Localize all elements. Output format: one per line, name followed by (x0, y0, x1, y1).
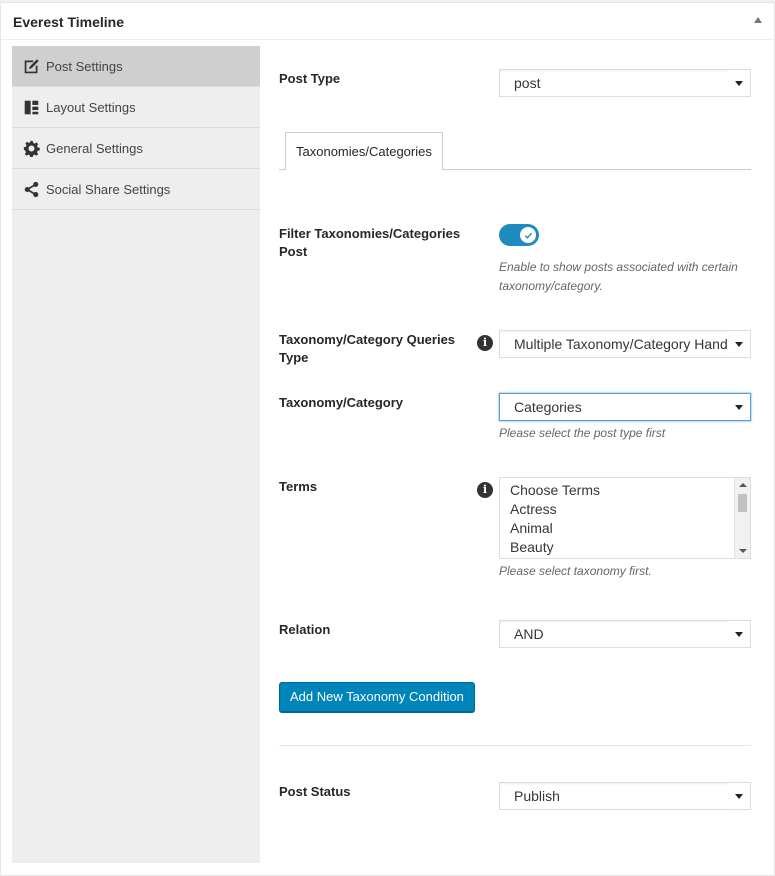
chevron-down-icon (728, 394, 750, 420)
info-icon[interactable]: i (477, 335, 493, 351)
scroll-thumb[interactable] (738, 494, 747, 512)
terms-multiselect[interactable]: Choose Terms Actress Animal Beauty (499, 477, 751, 559)
edit-icon (23, 58, 40, 75)
post-status-value: Publish (514, 788, 560, 804)
sidebar-item-post-settings[interactable]: Post Settings (12, 46, 260, 87)
settings-sidebar: Post Settings Layout Settings General Se… (12, 46, 260, 863)
post-type-label: Post Type (279, 71, 341, 86)
scroll-down-icon[interactable] (739, 549, 747, 553)
terms-option[interactable]: Actress (500, 500, 750, 519)
sidebar-item-social-share-settings[interactable]: Social Share Settings (12, 169, 260, 210)
metabox-title: Everest Timeline (13, 14, 125, 30)
taxonomy-select[interactable]: Categories (499, 393, 751, 421)
add-taxonomy-condition-button[interactable]: Add New Taxonomy Condition (279, 682, 475, 712)
tab-taxonomies-categories[interactable]: Taxonomies/Categories (285, 132, 443, 171)
sidebar-item-label: Social Share Settings (46, 181, 171, 197)
scroll-up-icon[interactable] (739, 483, 747, 487)
terms-option[interactable]: Animal (500, 519, 750, 538)
post-status-select[interactable]: Publish (499, 782, 751, 810)
chevron-down-icon (728, 621, 750, 647)
terms-scrollbar[interactable] (734, 478, 750, 558)
toggle-knob (520, 227, 536, 243)
queries-type-value: Multiple Taxonomy/Category Handler (514, 336, 744, 352)
sidebar-item-layout-settings[interactable]: Layout Settings (12, 87, 260, 128)
layout-icon (23, 99, 40, 116)
terms-option[interactable]: Choose Terms (500, 481, 750, 500)
gear-icon (23, 140, 40, 157)
post-status-label: Post Status (279, 784, 351, 799)
info-icon[interactable]: i (477, 482, 493, 498)
collapse-toggle-icon[interactable] (754, 17, 762, 23)
filter-taxonomies-toggle[interactable] (499, 224, 539, 246)
relation-select[interactable]: AND (499, 620, 751, 648)
check-icon (524, 232, 532, 239)
settings-tabs: Taxonomies/Categories (279, 132, 751, 171)
taxonomy-value: Categories (514, 399, 582, 415)
queries-type-select[interactable]: Multiple Taxonomy/Category Handler (499, 330, 751, 358)
terms-hint: Please select taxonomy first. (499, 564, 652, 578)
terms-label: Terms (279, 479, 318, 494)
taxonomy-hint: Please select the post type first (499, 426, 666, 440)
chevron-down-icon (728, 70, 750, 96)
chevron-down-icon (728, 331, 750, 357)
terms-option[interactable]: Beauty (500, 538, 750, 557)
share-icon (23, 181, 40, 198)
post-type-select[interactable]: post (499, 69, 751, 97)
sidebar-item-label: Post Settings (46, 58, 123, 74)
section-divider (279, 745, 751, 746)
sidebar-item-general-settings[interactable]: General Settings (12, 128, 260, 169)
filter-description: Enable to show posts associated with cer… (499, 260, 738, 293)
taxonomy-label: Taxonomy/Category (279, 395, 404, 410)
sidebar-item-label: General Settings (46, 140, 143, 156)
metabox-header: Everest Timeline (1, 3, 774, 40)
relation-value: AND (514, 626, 544, 642)
chevron-down-icon (728, 783, 750, 809)
queries-type-label: Taxonomy/Category Queries Type (279, 332, 456, 365)
filter-taxonomies-label: Filter Taxonomies/Categories Post (279, 226, 461, 259)
relation-label: Relation (279, 622, 331, 637)
post-type-value: post (514, 75, 541, 91)
sidebar-item-label: Layout Settings (46, 99, 136, 115)
